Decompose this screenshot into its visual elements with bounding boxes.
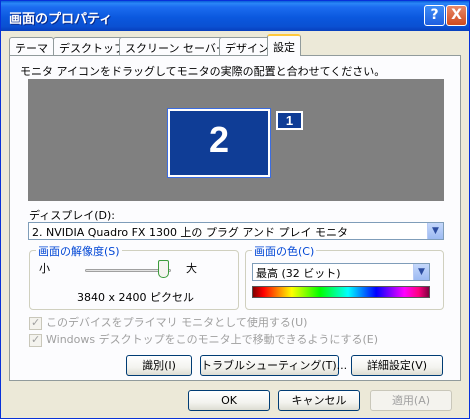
resolution-slider-thumb[interactable] xyxy=(158,260,169,278)
resolution-small-label: 小 xyxy=(39,262,50,275)
chevron-down-icon[interactable]: ▼ xyxy=(427,223,443,239)
instruction-text: モニタ アイコンをドラッグしてモニタの実際の配置と合わせてください。 xyxy=(20,65,386,78)
identify-button[interactable]: 識別(I) xyxy=(126,355,192,376)
chevron-down-icon[interactable]: ▼ xyxy=(413,264,429,280)
monitor-2-label: 2 xyxy=(208,119,230,160)
display-label: ディスプレイ(D): xyxy=(29,209,115,222)
primary-monitor-checkbox[interactable] xyxy=(29,316,42,330)
resolution-group-title: 画面の解像度(S) xyxy=(36,243,122,259)
monitor-icon-1[interactable]: 1 xyxy=(276,111,303,130)
extend-desktop-checkbox[interactable] xyxy=(29,333,42,347)
primary-monitor-checkbox-row: このデバイスをプライマリ モニタとして使用する(U) xyxy=(29,314,307,330)
resolution-large-label: 大 xyxy=(186,262,197,275)
resolution-value: 3840 x 2400 ピクセル xyxy=(77,291,194,304)
tab-theme[interactable]: テーマ xyxy=(9,37,54,56)
color-quality-group-title: 画面の色(C) xyxy=(252,243,317,259)
display-properties-window: 画面のプロパティ ? X テーマ デスクトップ スクリーン セーバー デザイン … xyxy=(0,0,470,419)
color-quality-value: 最高 (32 ビット) xyxy=(256,267,341,280)
ok-button[interactable]: OK xyxy=(188,390,270,411)
help-icon[interactable]: ? xyxy=(424,5,445,26)
cancel-button[interactable]: キャンセル xyxy=(278,390,360,411)
color-quality-dropdown[interactable]: 最高 (32 ビット) ▼ xyxy=(252,263,430,281)
extend-desktop-label: Windows デスクトップをこのモニタ上で移動できるようにする(E) xyxy=(46,333,379,346)
title-bar[interactable]: 画面のプロパティ ? X xyxy=(1,1,469,31)
tab-settings[interactable]: 設定 xyxy=(267,34,301,56)
monitor-icon-2[interactable]: 2 xyxy=(167,108,271,178)
close-icon[interactable]: X xyxy=(446,5,467,26)
apply-button[interactable]: 適用(A) xyxy=(370,390,452,411)
display-dropdown-value: 2. NVIDIA Quadro FX 1300 上の プラグ アンド プレイ … xyxy=(32,226,348,239)
window-title: 画面のプロパティ xyxy=(9,12,113,27)
extend-desktop-checkbox-row: Windows デスクトップをこのモニタ上で移動できるようにする(E) xyxy=(29,331,378,347)
troubleshoot-button[interactable]: トラブルシューティング(T)... xyxy=(200,355,347,376)
color-spectrum-preview xyxy=(252,286,430,298)
display-dropdown[interactable]: 2. NVIDIA Quadro FX 1300 上の プラグ アンド プレイ … xyxy=(28,222,444,240)
primary-monitor-label: このデバイスをプライマリ モニタとして使用する(U) xyxy=(46,316,308,329)
tab-screensaver[interactable]: スクリーン セーバー xyxy=(119,37,233,56)
advanced-button[interactable]: 詳細設定(V) xyxy=(351,355,443,376)
